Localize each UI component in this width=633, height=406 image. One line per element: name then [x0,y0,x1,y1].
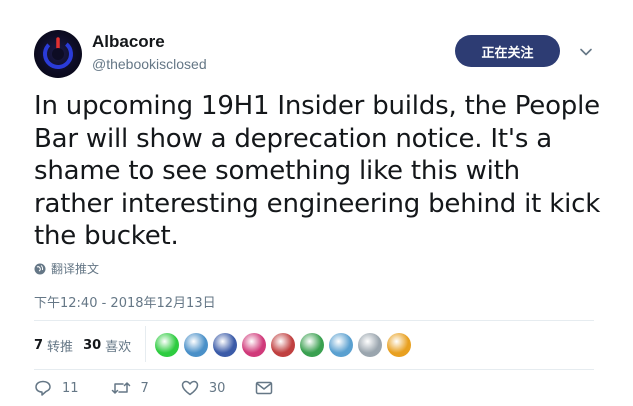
chevron-down-icon[interactable] [578,44,594,60]
like-count: 30 [208,380,226,396]
tweet-actions: 11 7 30 [34,380,273,396]
tweet-stats: 7 转推 30 喜欢 [34,336,141,355]
reply-count: 11 [62,380,79,396]
author-avatar[interactable] [34,30,82,78]
retweet-action[interactable]: 7 [111,380,149,396]
power-logo-icon [43,37,73,69]
likes-count[interactable]: 30 [83,338,101,353]
divider [34,320,594,321]
like-action[interactable]: 30 [181,380,226,396]
retweets-label[interactable]: 转推 [47,336,73,355]
author-display-name[interactable]: Albacore [92,32,165,52]
divider [34,369,594,370]
green-r-avatar[interactable] [155,333,179,357]
default-person-avatar[interactable] [358,333,382,357]
envelope-icon [256,381,273,395]
translate-tweet-link[interactable]: 翻译推文 [34,260,99,277]
translate-label: 翻译推文 [51,262,100,276]
author-handle[interactable]: @thebookisclosed [92,56,207,72]
globe-icon [34,263,46,274]
likers-avatars [155,333,411,357]
retweets-count[interactable]: 7 [34,338,43,353]
colorful-circle-avatar[interactable] [242,333,266,357]
likes-label[interactable]: 喜欢 [105,336,131,355]
stats-separator [145,326,146,362]
character-avatar[interactable] [300,333,324,357]
retweet-icon [111,382,130,394]
following-button[interactable]: 正在关注 [455,35,560,67]
reply-action[interactable]: 11 [34,380,79,396]
blue-white-avatar[interactable] [329,333,353,357]
tweet-timestamp[interactable]: 下午12:40 - 2018年12月13日 [34,292,216,311]
tweet-text: In upcoming 19H1 Insider builds, the Peo… [34,91,601,251]
person-red-avatar[interactable] [271,333,295,357]
cartoon-avatar[interactable] [387,333,411,357]
reply-icon [35,380,51,396]
person-avatar[interactable] [213,333,237,357]
blue-flame-avatar[interactable] [184,333,208,357]
direct-message-action[interactable] [255,381,273,395]
retweet-count: 7 [140,380,149,396]
heart-icon [181,380,199,396]
